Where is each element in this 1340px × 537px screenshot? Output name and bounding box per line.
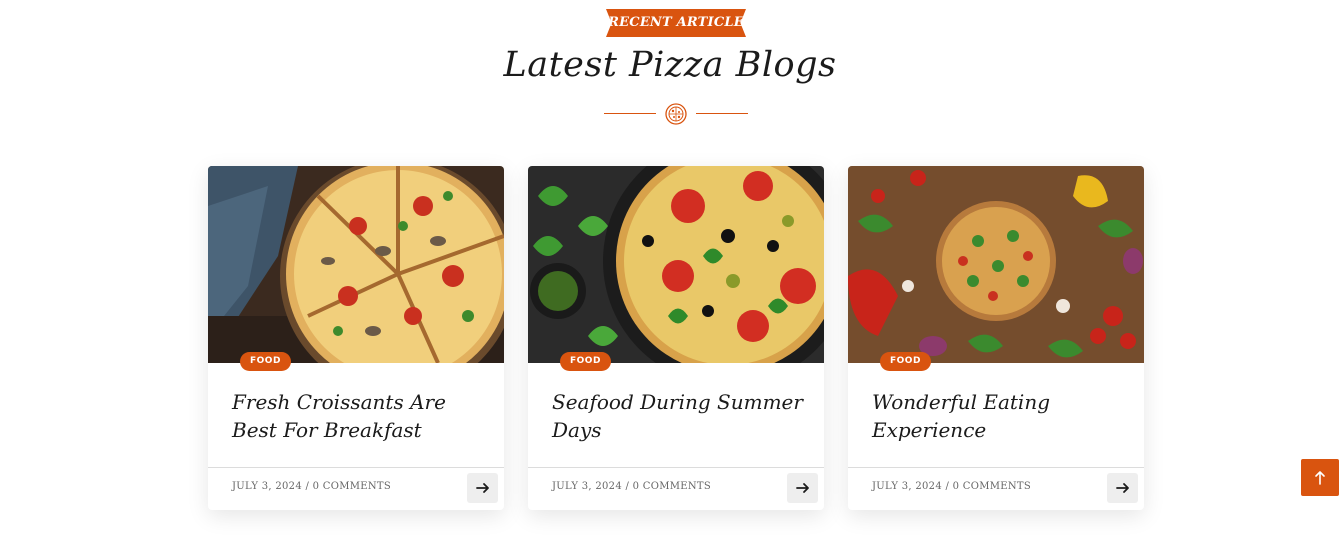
card-divider — [528, 467, 824, 468]
blog-card: FOOD Wonderful Eating Experience JULY 3,… — [848, 166, 1144, 510]
section-title: Latest Pizza Blogs — [503, 45, 837, 85]
pizza-icon — [665, 103, 687, 125]
arrow-right-icon — [795, 483, 809, 493]
post-image[interactable] — [528, 166, 824, 363]
category-tag[interactable]: FOOD — [240, 352, 291, 371]
divider-right — [696, 113, 748, 114]
card-divider — [208, 467, 504, 468]
post-title[interactable]: Wonderful Eating Experience — [872, 388, 1128, 444]
category-tag[interactable]: FOOD — [560, 352, 611, 371]
category-tag[interactable]: FOOD — [880, 352, 931, 371]
blog-card: FOOD Seafood During Summer Days JULY 3, … — [528, 166, 824, 510]
arrow-up-icon — [1315, 470, 1325, 485]
divider-left — [604, 113, 656, 114]
post-title[interactable]: Seafood During Summer Days — [552, 388, 808, 444]
section-eyebrow-ribbon: RECENT ARTICLE — [606, 9, 746, 37]
read-more-button[interactable] — [467, 473, 498, 503]
post-image[interactable] — [848, 166, 1144, 363]
read-more-button[interactable] — [787, 473, 818, 503]
card-divider — [848, 467, 1144, 468]
read-more-button[interactable] — [1107, 473, 1138, 503]
blog-card: FOOD Fresh Croissants Are Best For Break… — [208, 166, 504, 510]
post-meta: JULY 3, 2024 / 0 COMMENTS — [232, 481, 392, 492]
arrow-right-icon — [1115, 483, 1129, 493]
post-image[interactable] — [208, 166, 504, 363]
post-title[interactable]: Fresh Croissants Are Best For Breakfast — [232, 388, 488, 444]
post-meta: JULY 3, 2024 / 0 COMMENTS — [552, 481, 712, 492]
arrow-right-icon — [475, 483, 489, 493]
post-meta: JULY 3, 2024 / 0 COMMENTS — [872, 481, 1032, 492]
scroll-to-top-button[interactable] — [1301, 459, 1339, 496]
